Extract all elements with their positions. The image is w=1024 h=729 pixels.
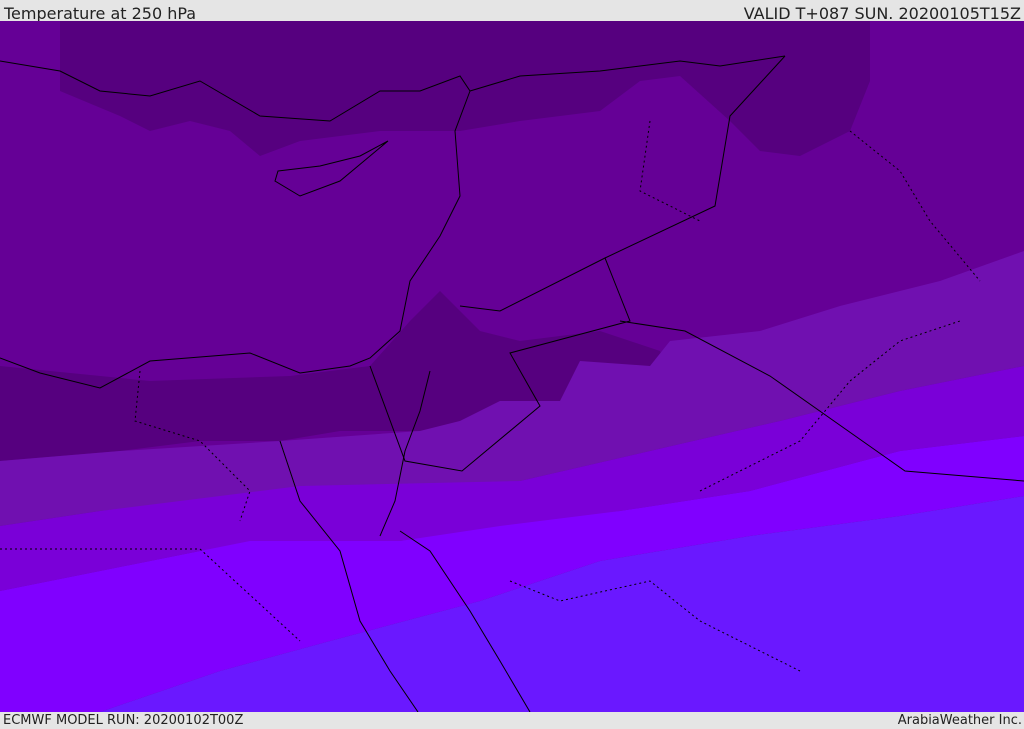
credit: ArabiaWeather Inc. xyxy=(897,713,1022,728)
footer-bar: ECMWF MODEL RUN: 20200102T00Z ArabiaWeat… xyxy=(0,712,1024,729)
header-bar: Temperature at 250 hPa VALID T+087 SUN. … xyxy=(0,0,1024,23)
weather-map-view: Temperature at 250 hPa VALID T+087 SUN. … xyxy=(0,0,1024,729)
temperature-map[interactable] xyxy=(0,21,1024,712)
model-run: ECMWF MODEL RUN: 20200102T00Z xyxy=(3,713,244,728)
